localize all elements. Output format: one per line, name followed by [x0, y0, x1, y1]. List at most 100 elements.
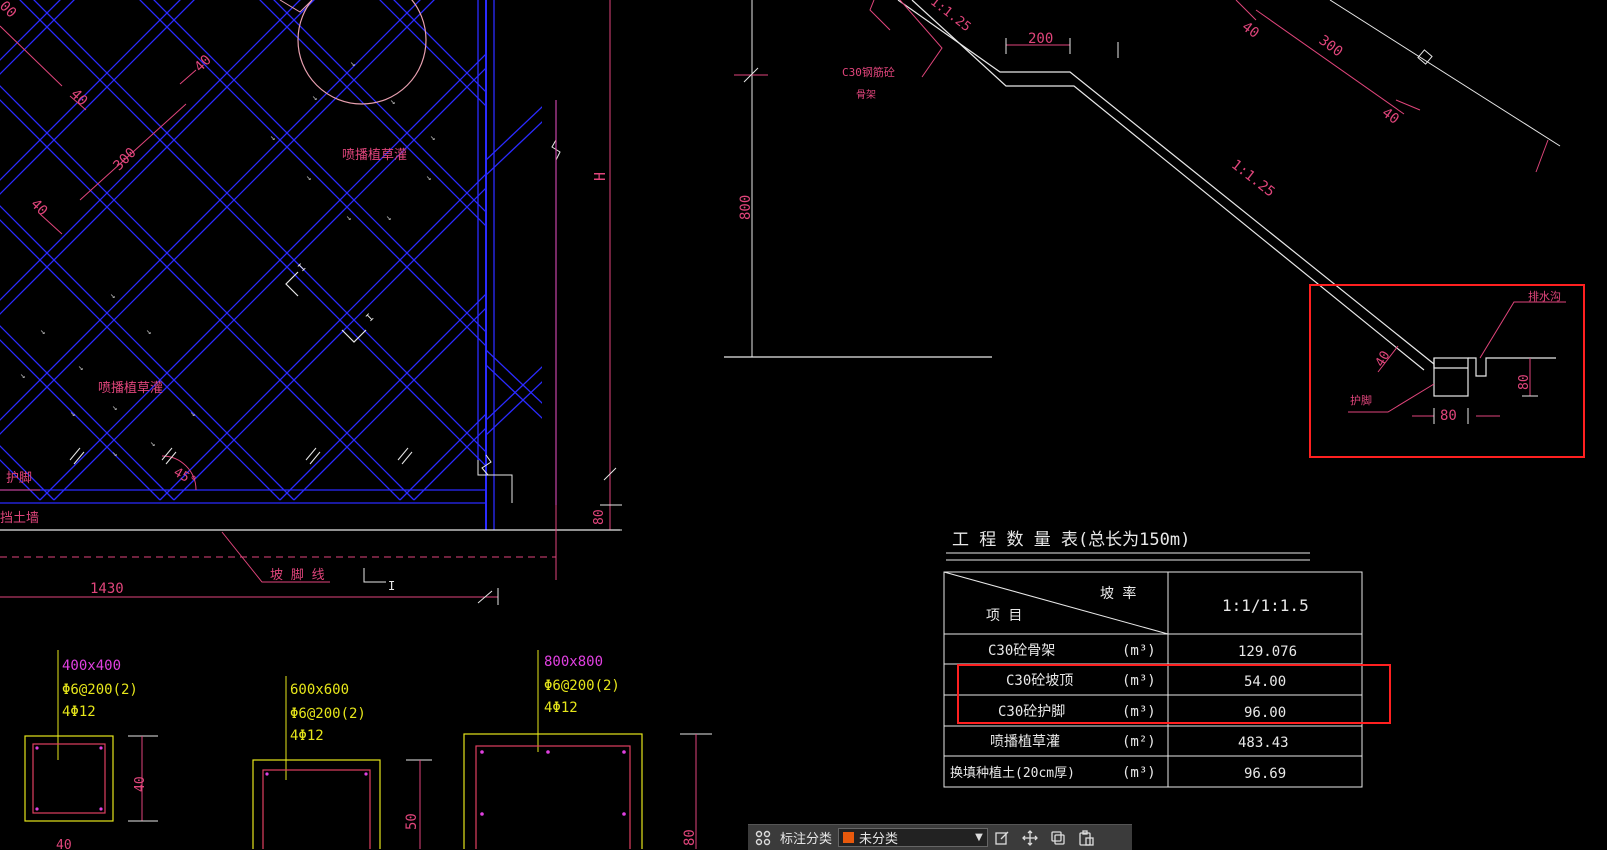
section-3-dim: 80 — [682, 829, 698, 846]
table-header-value: 1:1/1:1.5 — [1222, 596, 1309, 615]
section-2-dim: 50 — [404, 813, 420, 830]
svg-text:↘: ↘ — [20, 371, 25, 381]
angle-label: 45° — [171, 465, 199, 490]
section-3-size: 800x800 — [544, 654, 603, 670]
dim-40-right: 40 — [1379, 105, 1402, 128]
c30-frame-sub: 骨架 — [856, 89, 876, 101]
dim-H: H — [591, 172, 609, 181]
section-2-rebar: 4Φ12 — [290, 728, 324, 744]
grid-view-icon[interactable] — [752, 827, 774, 849]
chevron-down-icon: ▼ — [975, 832, 983, 843]
dim-40-grid-a: 40 — [67, 86, 90, 109]
table-row-4-value: 483.43 — [1238, 735, 1289, 751]
category-selected-value: 未分类 — [859, 832, 899, 847]
section-mark-bottom — [363, 568, 386, 583]
table-row-5-unit: (m³) — [1122, 765, 1156, 781]
grid-label-top: 喷播植草灌 — [342, 148, 407, 163]
table-header-slope: 坡 率 — [1100, 585, 1136, 602]
dim-80-detail-h: 80 — [1517, 374, 1532, 390]
svg-text:↘: ↘ — [390, 97, 395, 107]
cad-drawing-canvas[interactable]: ↘↘ ↘ ↘ ↘↘ ↘↘ ↘ ↘↘ ↘ ↘↘↘ ↘ ↘↘ ↘ 喷播植草灌 喷播植草灌 I … — [0, 0, 1607, 849]
table-row-4-item: 喷播植草灌 — [990, 734, 1060, 750]
dim-40-detail: 40 — [1373, 349, 1394, 370]
svg-text:↘: ↘ — [150, 439, 155, 449]
table-row-3-value: 96.00 — [1244, 705, 1286, 721]
section-2-size: 600x600 — [290, 682, 349, 698]
section-3-stirrup: Φ6@200(2) — [544, 678, 620, 694]
svg-text:↘: ↘ — [78, 363, 83, 373]
section-1-rebar: 4Φ12 — [62, 704, 96, 720]
table-row-2-value: 54.00 — [1244, 674, 1286, 690]
annotation-toolbar: 标注分类 未分类 ▼ — [748, 824, 1132, 850]
table-title: 工 程 数 量 表(总长为150m) — [952, 530, 1190, 550]
diamond-grid-frame — [0, 0, 486, 504]
section-3-rebar: 4Φ12 — [544, 700, 578, 716]
section-2-stirrup: Φ6@200(2) — [290, 706, 366, 722]
table-row-4-unit: (m²) — [1122, 734, 1156, 750]
dim-800: 800 — [738, 195, 754, 220]
svg-text:↘: ↘ — [270, 133, 275, 143]
dim-300-top: 300 — [1316, 32, 1346, 60]
table-row-1-unit: (m³) — [1122, 643, 1156, 659]
table-row-5-value: 96.69 — [1244, 766, 1286, 782]
drain-label: 排水沟 — [1528, 289, 1561, 303]
section-mark-bottom-label: I — [388, 579, 395, 593]
dim-300-grid: 300 — [110, 145, 139, 174]
table-row-5-item: 换填种植土(20cm厚) — [950, 766, 1075, 781]
grid-lines-up — [0, 0, 486, 501]
section-1-dim: 40 — [133, 776, 148, 792]
slope-ratio-top: 1:1.25 — [927, 0, 973, 35]
slope-toe-label: 坡 脚 线 — [270, 567, 325, 583]
table-row-2-unit: (m³) — [1122, 673, 1156, 689]
dim-1430: 1430 — [90, 581, 124, 597]
svg-text:↘: ↘ — [346, 213, 351, 223]
svg-text:↘: ↘ — [70, 409, 75, 419]
paste-icon[interactable] — [1072, 827, 1100, 849]
move-icon[interactable] — [1016, 827, 1044, 849]
table-row-3-item: C30砼护脚 — [998, 704, 1065, 720]
category-color-swatch — [843, 832, 855, 843]
dim-80-left: 80 — [592, 509, 607, 525]
bottom-partial-dim: 40 — [56, 838, 72, 849]
dim-200: 200 — [1028, 31, 1053, 47]
top-right-dims — [1235, 0, 1549, 173]
retaining-label: 护脚 — [6, 470, 32, 486]
section-2: 50 600x600 Φ6@200(2) 4Φ12 — [252, 676, 432, 849]
svg-text:I: I — [364, 312, 376, 324]
grid-break-marks — [477, 139, 561, 503]
dim-40-top: 40 — [1239, 19, 1262, 42]
grid-right-strip — [486, 106, 542, 436]
annotation-category-select[interactable]: 未分类 ▼ — [838, 828, 989, 847]
dim-80-detail-w: 80 — [1440, 408, 1457, 424]
top-right-profile — [1329, 0, 1561, 147]
section-1-size: 400x400 — [62, 658, 121, 674]
svg-text:↘: ↘ — [350, 59, 355, 69]
svg-text:↘: ↘ — [112, 403, 117, 413]
c30-frame-label: C30钢筋砼 — [842, 65, 895, 79]
dim-40-grid-c: 40 — [27, 196, 50, 219]
copy-icon[interactable] — [1044, 827, 1072, 849]
svg-text:00: 00 — [0, 0, 19, 21]
grid-label-bottom: 喷播植草灌 — [98, 381, 163, 396]
annotation-category-label: 标注分类 — [780, 832, 833, 847]
svg-text:↘: ↘ — [306, 173, 311, 183]
svg-text:↘: ↘ — [190, 409, 195, 419]
slope-profile — [897, 0, 1556, 397]
wall-label: 挡土墙 — [0, 511, 39, 526]
section-markers-left — [285, 271, 367, 343]
svg-text:↘: ↘ — [112, 449, 117, 459]
slope-ratio: 1:1.25 — [1228, 157, 1278, 201]
svg-text:↘: ↘ — [312, 93, 317, 103]
section-1-stirrup: Φ6@200(2) — [62, 682, 138, 698]
guard-label: 护脚 — [1350, 393, 1372, 407]
edit-icon[interactable] — [988, 827, 1016, 849]
hatch-marks: ↘ ↘ ↘ ↘ ↘ ↘ ↘ ↘ ↘ ↘ ↘ ↘ ↘ ↘ ↘ ↘ ↘ ↘ ↘ — [20, 59, 435, 459]
table-row-1-item: C30砼骨架 — [988, 643, 1055, 659]
svg-text:↘: ↘ — [40, 327, 45, 337]
table-row-1-value: 129.076 — [1238, 644, 1297, 660]
grid-vertical-edges — [477, 0, 557, 530]
svg-text:↘: ↘ — [430, 133, 435, 143]
svg-text:↘: ↘ — [426, 173, 431, 183]
svg-text:↘: ↘ — [110, 291, 115, 301]
table-row-3-unit: (m³) — [1122, 704, 1156, 720]
